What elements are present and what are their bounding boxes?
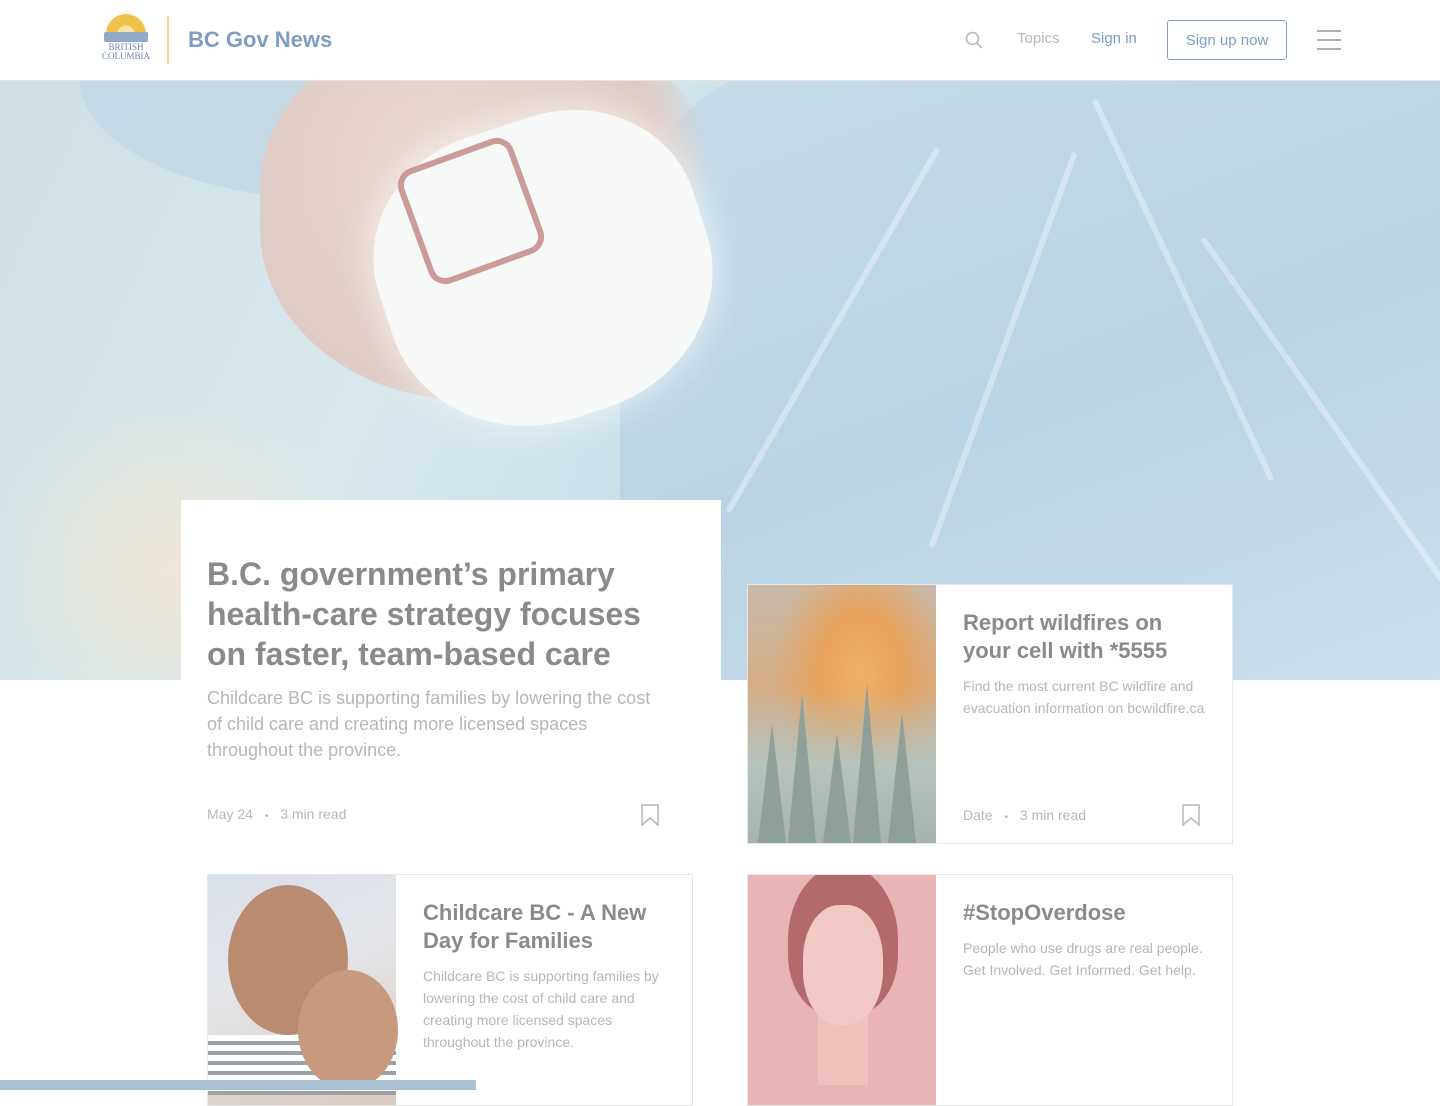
card-read-time: 3 min read — [1019, 807, 1087, 823]
nav-topics-link[interactable]: Topics — [1017, 30, 1060, 47]
feature-title[interactable]: B.C. government’s primary health-care st… — [207, 554, 677, 674]
header-divider — [167, 16, 169, 64]
search-icon[interactable] — [965, 31, 983, 49]
card-summary: Find the most current BC wildfire and ev… — [963, 678, 1205, 716]
meta-separator: • — [1004, 812, 1008, 823]
story-card-childcare[interactable]: Childcare BC - A New Day for Families Ch… — [207, 874, 693, 1106]
card-date: Date — [963, 807, 993, 823]
sign-up-button[interactable]: Sign up now — [1167, 20, 1287, 60]
feature-summary: Childcare BC is supporting families by l… — [207, 688, 651, 760]
logo-wave-icon — [104, 32, 148, 42]
feature-story-card[interactable]: B.C. government’s primary health-care st… — [181, 500, 721, 830]
feature-date: May 24 — [207, 806, 253, 822]
bookmark-icon[interactable] — [1182, 804, 1200, 826]
sign-in-link[interactable]: Sign in — [1091, 30, 1137, 47]
wildfire-thumbnail — [748, 585, 936, 843]
card-title[interactable]: Report wildfires on your cell with *5555 — [963, 609, 1213, 665]
bc-logo[interactable]: BRITISH COLUMBIA — [98, 14, 154, 64]
portrait-thumbnail — [748, 875, 936, 1105]
feature-read-time: 3 min read — [280, 806, 347, 822]
family-thumbnail — [208, 875, 398, 1105]
meta-separator: • — [264, 811, 269, 822]
card-title[interactable]: #StopOverdose — [963, 899, 1213, 927]
feature-meta: May 24 • 3 min read — [207, 806, 346, 822]
story-card-wildfire[interactable]: Report wildfires on your cell with *5555… — [747, 584, 1233, 844]
hamburger-menu-icon[interactable] — [1317, 30, 1341, 50]
card-title[interactable]: Childcare BC - A New Day for Families — [423, 899, 673, 955]
site-header: BRITISH COLUMBIA BC Gov News Topics Sign… — [0, 0, 1440, 81]
bookmark-icon[interactable] — [641, 804, 659, 826]
site-title[interactable]: BC Gov News — [188, 27, 332, 53]
card-meta: Date • 3 min read — [963, 807, 1086, 823]
card-summary: People who use drugs are real people. Ge… — [963, 940, 1203, 978]
logo-sun-icon — [106, 14, 146, 34]
card-summary: Childcare BC is supporting families by l… — [423, 968, 659, 1050]
os-taskbar — [0, 1080, 476, 1090]
story-card-stop-overdose[interactable]: #StopOverdose People who use drugs are r… — [747, 874, 1233, 1106]
logo-text: BRITISH COLUMBIA — [101, 42, 150, 61]
